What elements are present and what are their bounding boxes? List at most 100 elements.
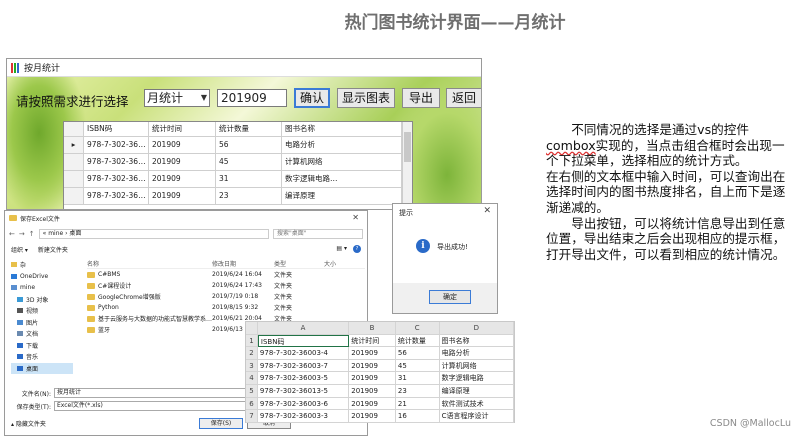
grid-column-header[interactable]: 图书名称 — [282, 122, 402, 136]
grid-row[interactable]: 978-7-302-36… 201909 31 数字逻辑电路… — [64, 171, 412, 188]
excel-row-number[interactable]: 7 — [246, 410, 258, 423]
excel-cell[interactable]: 统计数量 — [395, 334, 440, 348]
nav-item[interactable]: mine — [11, 282, 73, 294]
ok-button[interactable]: 确定 — [429, 290, 471, 304]
date-input[interactable]: 201909 — [217, 89, 287, 107]
stat-mode-combobox[interactable]: 月统计 ▼ — [144, 89, 210, 107]
file-row[interactable]: C#BMS 2019/6/24 16:04 文件夹 — [87, 269, 365, 280]
nav-item[interactable]: 文档 — [11, 328, 73, 340]
excel-row[interactable]: 5 978-7-302-36013-5 201909 23 编译原理 — [246, 384, 515, 398]
excel-cell[interactable]: 编译原理 — [439, 384, 515, 398]
nav-item[interactable]: 3D 对象 — [11, 294, 73, 306]
organize-menu[interactable]: 组织 ▾ — [11, 245, 28, 254]
grid-cell[interactable]: 201909 — [149, 137, 216, 153]
grid-cell[interactable]: 电路分析 — [282, 137, 402, 153]
row-selector-icon[interactable]: ▸ — [64, 137, 84, 153]
excel-cell[interactable]: 电路分析 — [439, 347, 515, 360]
nav-item[interactable]: 视频 — [11, 305, 73, 317]
search-input[interactable]: 搜索"桌面" — [273, 229, 363, 239]
grid-column-header[interactable]: 统计时间 — [149, 122, 216, 136]
scrollbar-thumb[interactable] — [404, 132, 411, 162]
nav-item-desktop[interactable]: 桌面 — [11, 362, 73, 374]
row-selector[interactable] — [64, 171, 84, 187]
excel-cell[interactable]: 201909 — [349, 397, 396, 411]
excel-row-number[interactable]: 4 — [246, 372, 258, 385]
excel-column-letter[interactable]: C — [395, 322, 440, 335]
view-options-icon[interactable]: ▤ ▾ — [336, 245, 347, 253]
file-row[interactable]: Python 2019/8/15 9:32 文件夹 — [87, 302, 365, 313]
file-row[interactable]: GoogleChrome增强版 2019/7/19 0:18 文件夹 — [87, 291, 365, 302]
excel-cell[interactable]: 978-7-302-36003-3 — [257, 410, 350, 423]
nav-item[interactable]: OneDrive — [11, 271, 73, 283]
excel-cell[interactable]: 45 — [395, 359, 440, 373]
grid-cell[interactable]: 978-7-302-36… — [84, 171, 149, 187]
excel-cell[interactable]: 21 — [395, 397, 440, 411]
excel-cell[interactable]: 978-7-302-36003-4 — [257, 347, 350, 360]
excel-row[interactable]: 2 978-7-302-36003-4 201909 56 电路分析 — [246, 347, 515, 360]
grid-cell[interactable]: 978-7-302-36… — [84, 137, 149, 153]
excel-cell[interactable]: ISBN码 — [257, 334, 350, 348]
close-icon[interactable]: ✕ — [352, 213, 359, 222]
column-header-name[interactable]: 名称 — [87, 259, 212, 268]
row-selector[interactable] — [64, 154, 84, 170]
excel-cell[interactable]: 图书名称 — [439, 334, 514, 348]
save-button[interactable]: 保存(S) — [199, 417, 243, 429]
excel-column-letter[interactable]: D — [439, 322, 514, 335]
show-chart-button[interactable]: 显示图表 — [337, 88, 395, 108]
export-button[interactable]: 导出 — [402, 88, 440, 108]
excel-row[interactable]: 7 978-7-302-36003-3 201909 16 C语言程序设计 — [246, 410, 515, 423]
chevron-down-icon[interactable]: ▼ — [201, 90, 207, 106]
excel-row[interactable]: 4 978-7-302-36003-5 201909 31 数字逻辑电路 — [246, 372, 515, 385]
grid-cell[interactable]: 编译原理 — [282, 188, 402, 204]
back-button[interactable]: 返回 — [446, 88, 481, 108]
excel-row-number[interactable]: 2 — [246, 347, 258, 360]
excel-cell[interactable]: 23 — [395, 384, 440, 398]
excel-cell[interactable]: 56 — [395, 347, 440, 360]
excel-cell[interactable]: 软件测试技术 — [439, 397, 515, 411]
excel-cell[interactable]: 978-7-302-36013-5 — [257, 384, 350, 398]
grid-cell[interactable]: 计算机网络 — [282, 154, 402, 170]
column-header-date[interactable]: 修改日期 — [212, 259, 274, 268]
filename-input[interactable]: 按月统计 — [54, 388, 264, 398]
excel-cell[interactable]: 978-7-302-36003-6 — [257, 397, 350, 411]
grid-cell[interactable]: 201909 — [149, 171, 216, 187]
nav-item[interactable]: 音乐 — [11, 351, 73, 363]
grid-cell[interactable]: 978-7-302-36… — [84, 188, 149, 204]
new-folder-button[interactable]: 新建文件夹 — [38, 245, 68, 254]
excel-row[interactable]: 1 ISBN码 统计时间 统计数量 图书名称 — [246, 334, 514, 348]
close-icon[interactable]: ✕ — [483, 206, 491, 216]
excel-row-number[interactable]: 5 — [246, 384, 258, 398]
excel-cell[interactable]: 201909 — [349, 384, 396, 398]
excel-row-number[interactable]: 3 — [246, 359, 258, 373]
excel-column-letter[interactable]: A — [257, 322, 350, 335]
grid-column-header[interactable]: ISBN码 — [84, 122, 149, 136]
grid-cell[interactable]: 45 — [216, 154, 282, 170]
excel-cell[interactable]: 31 — [395, 372, 440, 385]
nav-item[interactable]: 杂 — [11, 259, 73, 271]
excel-cell[interactable]: 201909 — [349, 410, 396, 423]
grid-cell[interactable]: 56 — [216, 137, 282, 153]
hide-folders-toggle[interactable]: ▴ 隐藏文件夹 — [11, 419, 46, 428]
forward-arrow-icon[interactable]: → — [19, 230, 25, 238]
nav-item[interactable]: 下载 — [11, 340, 73, 352]
back-arrow-icon[interactable]: ← — [9, 230, 15, 238]
grid-cell[interactable]: 201909 — [149, 154, 216, 170]
column-header-type[interactable]: 类型 — [274, 259, 324, 268]
file-row[interactable]: C#课程设计 2019/6/24 17:43 文件夹 — [87, 280, 365, 291]
grid-cell[interactable]: 23 — [216, 188, 282, 204]
excel-cell[interactable]: 统计时间 — [349, 334, 396, 348]
excel-cell[interactable]: 978-7-302-36003-5 — [257, 372, 350, 385]
grid-cell[interactable]: 数字逻辑电路… — [282, 171, 402, 187]
grid-row[interactable]: 978-7-302-36… 201909 45 计算机网络 — [64, 154, 412, 171]
excel-row-number[interactable]: 6 — [246, 397, 258, 411]
up-arrow-icon[interactable]: ↑ — [29, 230, 35, 238]
grid-column-header[interactable]: 统计数量 — [216, 122, 282, 136]
excel-cell[interactable]: 978-7-302-36003-7 — [257, 359, 350, 373]
row-selector[interactable] — [64, 188, 84, 204]
column-header-size[interactable]: 大小 — [324, 259, 354, 268]
grid-cell[interactable]: 31 — [216, 171, 282, 187]
excel-cell[interactable]: 201909 — [349, 372, 396, 385]
nav-item[interactable]: 图片 — [11, 317, 73, 329]
filetype-select[interactable]: Excel文件(*.xls) — [54, 401, 264, 411]
excel-corner[interactable] — [246, 322, 258, 335]
